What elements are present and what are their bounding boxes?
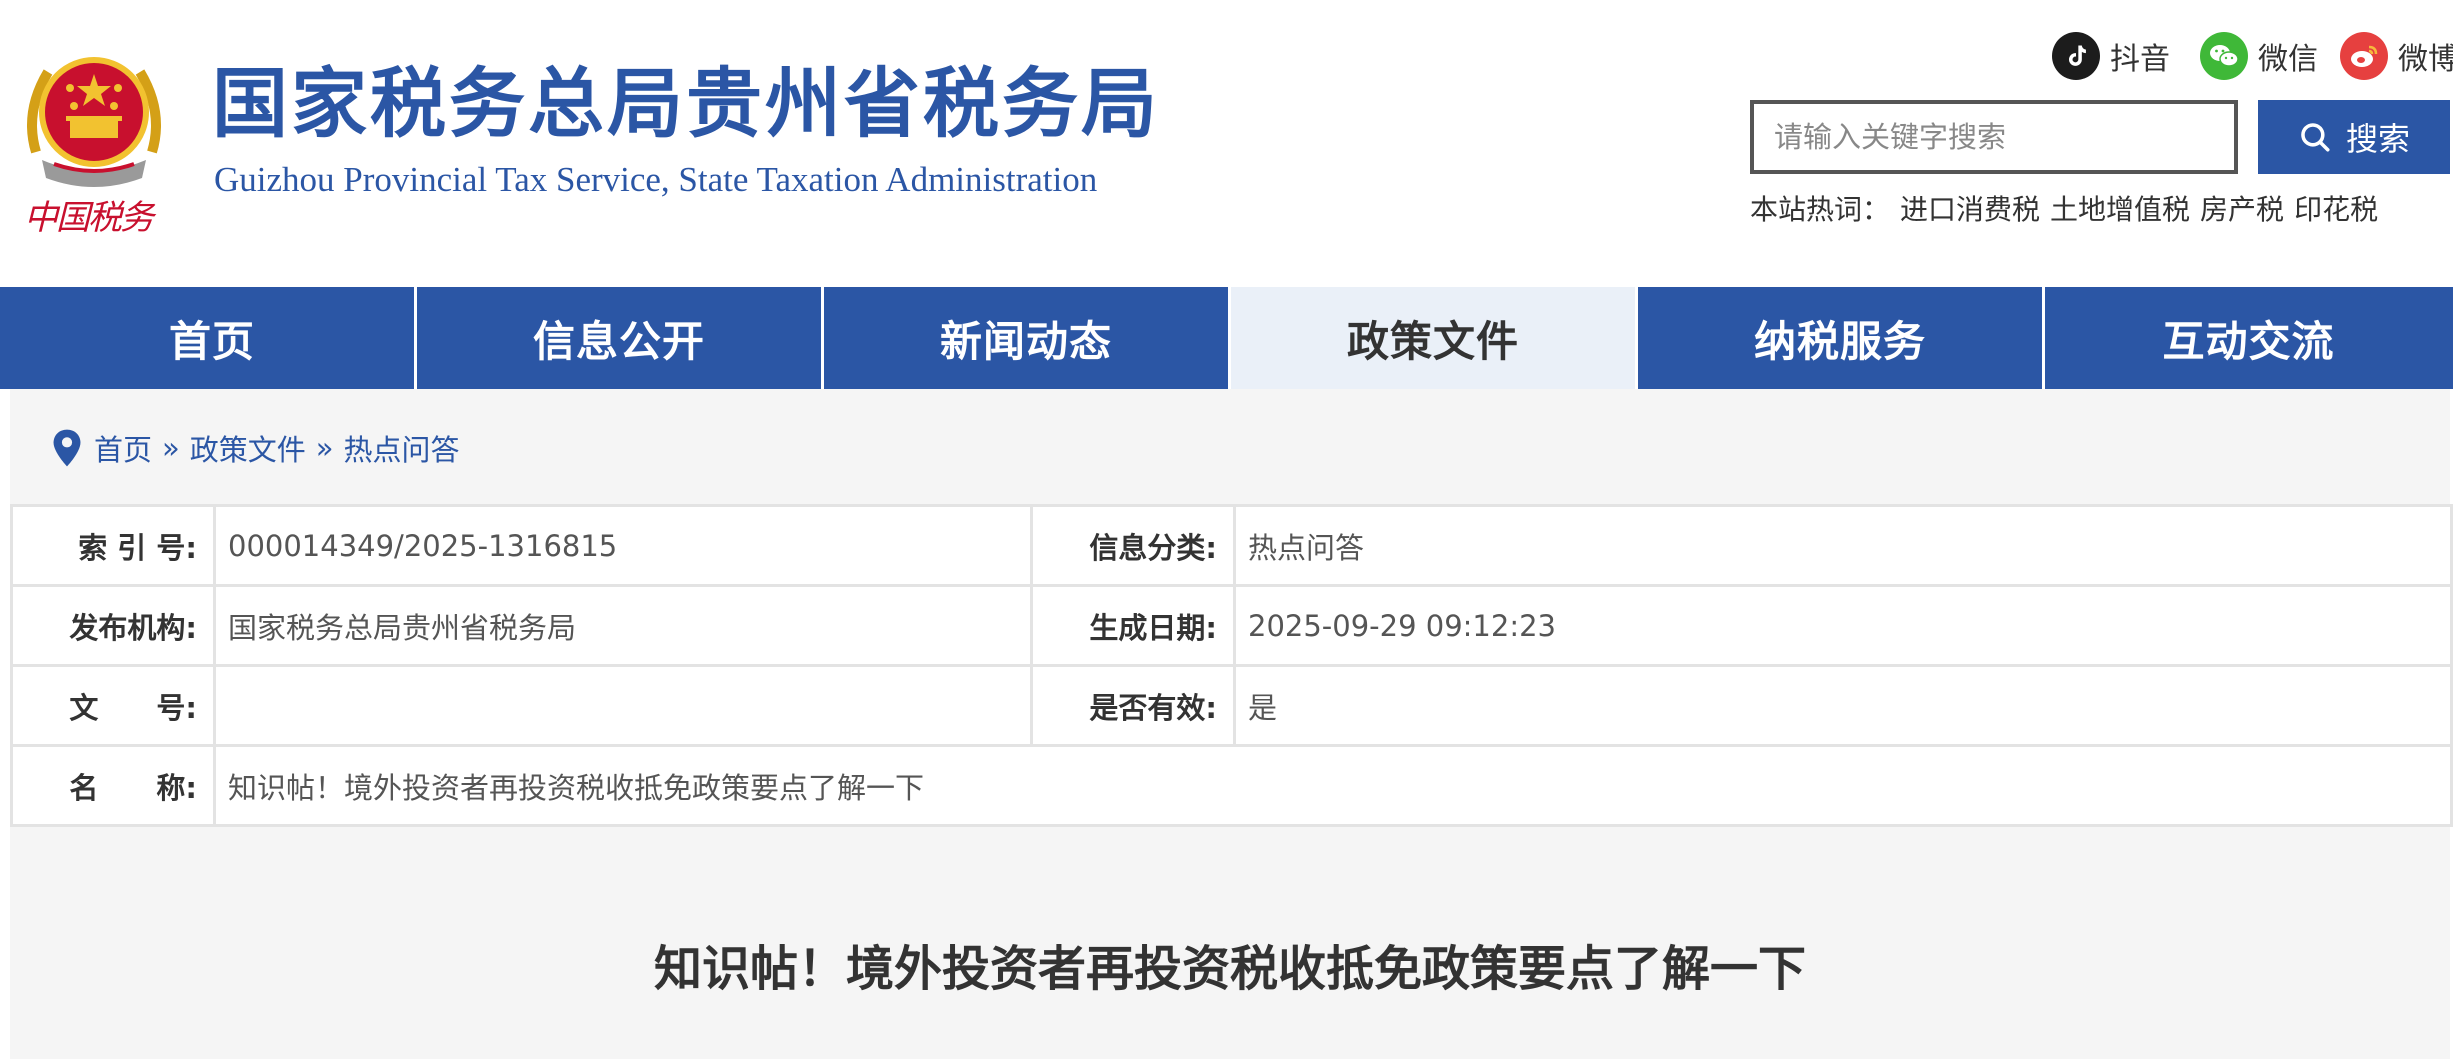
location-pin-icon — [53, 429, 81, 467]
breadcrumb-separator: » — [162, 431, 180, 465]
social-link-weibo[interactable]: 微博 — [2340, 30, 2453, 82]
social-label-douyin: 抖音 — [2110, 42, 2170, 77]
hot-keywords: 本站热词： 进口消费税 土地增值税 房产税 印花税 — [1750, 188, 2378, 228]
document-metadata-table: 索 引 号: 000014349/2025-1316815 信息分类: 热点问答… — [10, 504, 2453, 827]
search-button-label: 搜索 — [2345, 120, 2410, 158]
breadcrumb-link-home[interactable]: 首页 — [94, 427, 152, 469]
meta-value-name: 知识帖！境外投资者再投资税收抵免政策要点了解一下 — [213, 744, 2453, 827]
hot-keyword-item[interactable]: 房产税 — [2200, 188, 2284, 228]
social-label-wechat: 微信 — [2258, 42, 2318, 77]
hot-keywords-label: 本站热词： — [1750, 193, 1891, 226]
search-icon — [2301, 123, 2330, 152]
social-link-douyin[interactable]: 抖音 — [2052, 30, 2170, 82]
hot-keyword-item[interactable]: 印花税 — [2294, 188, 2378, 228]
douyin-icon — [2052, 32, 2100, 80]
meta-label-name: 名 称: — [10, 744, 216, 827]
meta-label-category: 信息分类: — [1030, 504, 1236, 587]
nav-item-news[interactable]: 新闻动态 — [824, 287, 1231, 389]
nav-item-info-disclosure[interactable]: 信息公开 — [417, 287, 824, 389]
national-emblem-logo[interactable]: 中国税务 — [14, 32, 174, 242]
nav-item-policy-documents[interactable]: 政策文件 — [1231, 287, 1638, 389]
search-input[interactable] — [1750, 100, 2238, 174]
site-title-english: Guizhou Provincial Tax Service, State Ta… — [214, 160, 1098, 199]
nav-item-interaction[interactable]: 互动交流 — [2045, 287, 2452, 389]
weibo-icon — [2340, 32, 2388, 80]
table-row: 文 号: 是否有效: 是 — [10, 664, 2453, 747]
meta-label-valid: 是否有效: — [1030, 664, 1236, 747]
meta-label-index: 索 引 号: — [10, 504, 216, 587]
nav-item-home[interactable]: 首页 — [10, 287, 417, 389]
meta-value-valid: 是 — [1233, 664, 2453, 747]
emblem-caption: 中国税务 — [24, 198, 154, 238]
main-nav: 首页 信息公开 新闻动态 政策文件 纳税服务 互动交流 — [0, 287, 2453, 389]
nav-item-tax-services[interactable]: 纳税服务 — [1638, 287, 2045, 389]
meta-value-doc-number — [213, 664, 1033, 747]
site-header: 中国税务 国家税务总局贵州省税务局 Guizhou Provincial Tax… — [0, 0, 2453, 287]
hot-keyword-item[interactable]: 进口消费税 — [1900, 188, 2040, 228]
table-row: 索 引 号: 000014349/2025-1316815 信息分类: 热点问答 — [10, 504, 2453, 587]
meta-value-category: 热点问答 — [1233, 504, 2453, 587]
article-title: 知识帖！境外投资者再投资税收抵免政策要点了解一下 — [653, 941, 1806, 997]
meta-label-date: 生成日期: — [1030, 584, 1236, 667]
site-title-chinese[interactable]: 国家税务总局贵州省税务局 — [212, 60, 1160, 148]
search-button[interactable]: 搜索 — [2258, 100, 2450, 174]
meta-value-publisher: 国家税务总局贵州省税务局 — [213, 584, 1033, 667]
meta-label-publisher: 发布机构: — [10, 584, 216, 667]
meta-value-index: 000014349/2025-1316815 — [213, 504, 1033, 587]
meta-value-date: 2025-09-29 09:12:23 — [1233, 584, 2453, 667]
hot-keyword-item[interactable]: 土地增值税 — [2050, 188, 2190, 228]
meta-label-doc-number: 文 号: — [10, 664, 216, 747]
breadcrumb-separator: » — [315, 431, 334, 465]
content-area: 首页 » 政策文件 » 热点问答 索 引 号: 000014349/2025-1… — [10, 389, 2453, 1059]
table-row: 发布机构: 国家税务总局贵州省税务局 生成日期: 2025-09-29 09:1… — [10, 584, 2453, 667]
breadcrumb: 首页 » 政策文件 » 热点问答 — [50, 427, 460, 469]
social-link-wechat[interactable]: 微信 — [2200, 30, 2318, 82]
table-row: 名 称: 知识帖！境外投资者再投资税收抵免政策要点了解一下 — [10, 744, 2453, 827]
social-label-weibo: 微博 — [2398, 42, 2453, 77]
wechat-icon — [2200, 32, 2248, 80]
breadcrumb-link-hot-qa[interactable]: 热点问答 — [344, 427, 460, 469]
breadcrumb-link-policy[interactable]: 政策文件 — [190, 427, 306, 469]
